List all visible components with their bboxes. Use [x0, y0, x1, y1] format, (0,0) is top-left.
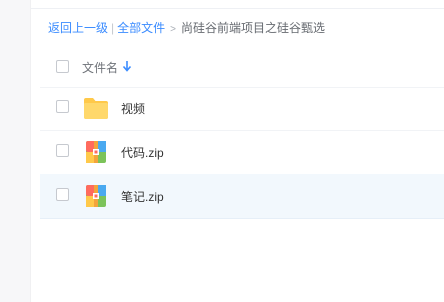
list-item[interactable]: 代码.zip: [40, 130, 444, 175]
breadcrumb: 返回上一级 | 全部文件 > 尚硅谷前端项目之硅谷甄选: [48, 20, 325, 38]
row-checkbox[interactable]: [56, 144, 69, 157]
file-name[interactable]: 视频: [121, 100, 145, 117]
list-header: 文件名: [40, 45, 444, 88]
breadcrumb-separator: |: [111, 21, 115, 35]
column-filename[interactable]: 文件名: [82, 59, 118, 76]
file-panel: 返回上一级|全部文件>尚硅谷前端项目之硅谷甄选 文件名 视频 代码.zi: [31, 0, 444, 302]
folder-icon: [84, 98, 108, 119]
arrow-down-icon[interactable]: [122, 60, 132, 72]
zip-file-icon: [86, 185, 106, 207]
divider: [31, 8, 444, 9]
list-item[interactable]: 视频: [40, 86, 444, 131]
back-link[interactable]: 返回上一级: [48, 21, 108, 35]
current-folder: 尚硅谷前端项目之硅谷甄选: [181, 21, 326, 35]
select-all-checkbox[interactable]: [56, 60, 69, 73]
breadcrumb-arrow: >: [170, 24, 176, 35]
row-checkbox[interactable]: [56, 188, 69, 201]
file-name[interactable]: 笔记.zip: [121, 188, 164, 205]
list-item[interactable]: 笔记.zip: [40, 174, 444, 219]
all-files-link[interactable]: 全部文件: [117, 21, 165, 35]
sidebar-strip: [0, 0, 31, 302]
zip-file-icon: [86, 141, 106, 163]
file-name[interactable]: 代码.zip: [121, 144, 164, 161]
row-checkbox[interactable]: [56, 100, 69, 113]
